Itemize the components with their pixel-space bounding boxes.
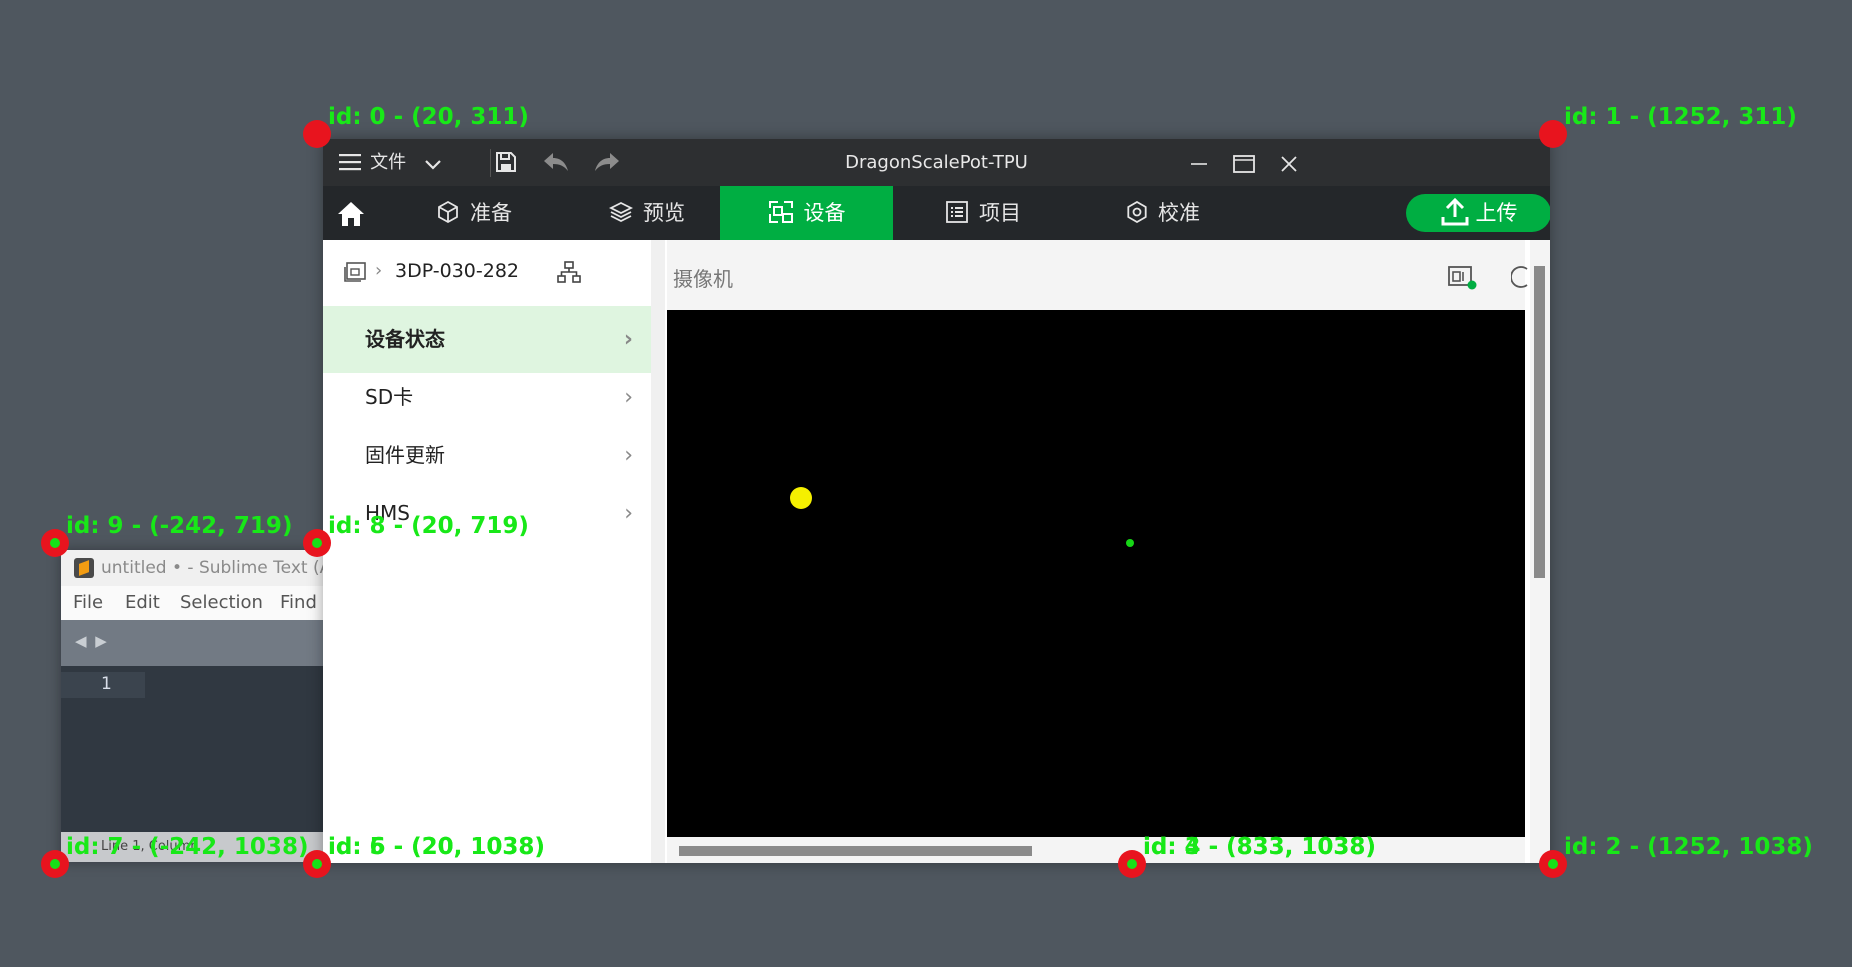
tab-calibrate-label: 校准 bbox=[1158, 201, 1200, 225]
sublime-menu-bar: File Edit Selection Find bbox=[61, 586, 323, 620]
sidebar-item-label: 固件更新 bbox=[365, 443, 445, 467]
marker-point-0 bbox=[303, 120, 331, 148]
app-window: 文件 DragonScalePot-TPU 准备 预览 设备 项目 校准 上传 … bbox=[323, 139, 1550, 863]
tab-device[interactable]: 设备 bbox=[720, 186, 893, 240]
save-icon bbox=[496, 152, 516, 172]
chevron-right-icon: › bbox=[624, 501, 633, 526]
tab-preview[interactable]: 预览 bbox=[577, 186, 717, 240]
layers-icon bbox=[608, 201, 634, 223]
tab-project[interactable]: 项目 bbox=[913, 186, 1053, 240]
marker-label-7: id: 7 - (-242, 1038) bbox=[66, 834, 309, 860]
marker-point-1 bbox=[1539, 120, 1567, 148]
undo-icon bbox=[544, 153, 568, 171]
redo-icon bbox=[595, 153, 619, 171]
chevron-down-icon bbox=[425, 159, 441, 170]
marker-label-4: id: 4 - (833, 1038) bbox=[1143, 834, 1376, 860]
sublime-menu-edit[interactable]: Edit bbox=[125, 586, 160, 620]
chevron-right-icon: › bbox=[624, 385, 633, 410]
nav-bar: 准备 预览 设备 项目 校准 上传 bbox=[323, 186, 1550, 240]
network-icon[interactable] bbox=[557, 260, 581, 284]
device-selector[interactable]: › 3DP-030-282 bbox=[323, 240, 651, 306]
sublime-menu-file[interactable]: File bbox=[73, 586, 103, 620]
vertical-scrollbar-thumb[interactable] bbox=[1534, 266, 1545, 578]
hamburger-icon bbox=[339, 153, 361, 170]
sublime-menu-selection[interactable]: Selection bbox=[180, 586, 263, 620]
marker-label-6: id: 6 - (20, 1038) bbox=[328, 834, 545, 860]
title-bar: 文件 DragonScalePot-TPU bbox=[323, 139, 1550, 186]
file-dropdown-button[interactable] bbox=[424, 139, 442, 186]
upload-button[interactable]: 上传 bbox=[1406, 194, 1550, 232]
device-icon bbox=[768, 201, 793, 223]
tab-preview-label: 预览 bbox=[643, 201, 685, 225]
marker-point-2 bbox=[1539, 850, 1567, 878]
marker-point-3 bbox=[1118, 850, 1146, 878]
marker-label-8: id: 8 - (20, 719) bbox=[328, 513, 529, 539]
tab-project-label: 项目 bbox=[979, 201, 1021, 225]
sublime-title-bar[interactable]: untitled • - Sublime Text (AD bbox=[61, 550, 323, 586]
redo-button[interactable] bbox=[594, 139, 620, 186]
upload-icon bbox=[1441, 197, 1468, 225]
sidebar-item-sd-card[interactable]: SD卡 › bbox=[323, 364, 651, 431]
sublime-title: untitled • - Sublime Text (AD bbox=[101, 558, 323, 578]
tab-calibrate[interactable]: 校准 bbox=[1083, 186, 1243, 240]
home-icon bbox=[337, 202, 364, 226]
sublime-logo-icon bbox=[74, 558, 94, 578]
close-button[interactable] bbox=[1280, 139, 1298, 186]
minimize-button[interactable] bbox=[1190, 139, 1208, 186]
camera-monitor-icon[interactable] bbox=[1447, 264, 1477, 290]
marker-label-9: id: 9 - (-242, 719) bbox=[66, 513, 293, 539]
undo-button[interactable] bbox=[543, 139, 569, 186]
upload-label: 上传 bbox=[1475, 201, 1518, 225]
sidebar-item-label: SD卡 bbox=[365, 385, 414, 409]
chevron-right-icon: › bbox=[623, 327, 633, 352]
sublime-menu-find[interactable]: Find bbox=[280, 586, 317, 620]
file-menu-label: 文件 bbox=[370, 152, 407, 173]
calibrate-icon bbox=[1127, 200, 1147, 224]
sublime-line-number: 1 bbox=[101, 674, 112, 694]
sublime-tab-nav-arrows-icon[interactable]: ◀ ▶ bbox=[75, 632, 109, 650]
maximize-icon bbox=[1233, 154, 1255, 173]
tab-device-label: 设备 bbox=[803, 201, 846, 225]
device-name: 3DP-030-282 bbox=[395, 260, 520, 282]
maximize-button[interactable] bbox=[1233, 139, 1255, 186]
sidebar-item-device-status[interactable]: 设备状态 › bbox=[323, 306, 651, 373]
sidebar-item-label: 设备状态 bbox=[365, 327, 445, 351]
titlebar-separator bbox=[490, 149, 491, 177]
marker-point-9 bbox=[41, 529, 69, 557]
camera-light-spot bbox=[790, 487, 812, 509]
marker-label-0: id: 0 - (20, 311) bbox=[328, 104, 529, 130]
tab-prepare[interactable]: 准备 bbox=[404, 186, 544, 240]
minimize-icon bbox=[1191, 162, 1207, 165]
breadcrumb-chevron-icon: › bbox=[375, 260, 383, 281]
printer-icon bbox=[344, 262, 366, 282]
tab-home[interactable] bbox=[323, 186, 378, 240]
panel-divider bbox=[651, 240, 665, 863]
camera-feed bbox=[667, 310, 1525, 837]
sublime-window[interactable]: untitled • - Sublime Text (AD File Edit … bbox=[61, 550, 323, 862]
marker-label-1: id: 1 - (1252, 311) bbox=[1564, 104, 1797, 130]
device-sidebar: › 3DP-030-282 设备状态 › SD卡 › 固件更新 › HMS › bbox=[323, 240, 651, 863]
tab-prepare-label: 准备 bbox=[470, 201, 512, 225]
list-icon bbox=[946, 201, 968, 223]
marker-point-8 bbox=[303, 529, 331, 557]
horizontal-scrollbar-thumb[interactable] bbox=[679, 846, 1032, 856]
file-menu-button[interactable]: 文件 bbox=[339, 139, 406, 186]
timer-icon[interactable] bbox=[1511, 265, 1529, 289]
cube-icon bbox=[438, 200, 458, 224]
camera-feed-canvas bbox=[790, 487, 1134, 547]
sublime-tab-bar: ◀ ▶ bbox=[61, 620, 323, 666]
save-button[interactable] bbox=[494, 139, 518, 186]
camera-header bbox=[667, 240, 1525, 310]
marker-label-2: id: 2 - (1252, 1038) bbox=[1564, 834, 1813, 860]
sidebar-item-firmware-update[interactable]: 固件更新 › bbox=[323, 422, 651, 489]
camera-indicator-dot bbox=[1126, 539, 1134, 547]
close-icon bbox=[1281, 155, 1297, 172]
camera-title: 摄像机 bbox=[673, 267, 733, 291]
chevron-right-icon: › bbox=[624, 443, 633, 468]
marker-point-7 bbox=[41, 850, 69, 878]
